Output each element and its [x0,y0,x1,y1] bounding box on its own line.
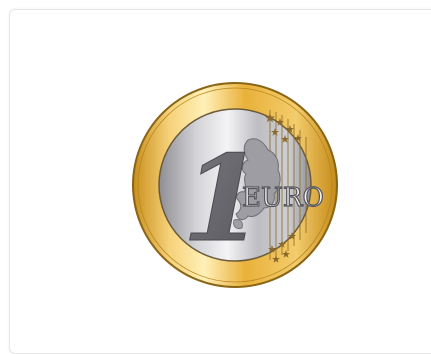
coin-svg: 1 EURO [132,82,338,288]
image-card: 1 EURO [9,9,431,354]
coin-currency-label: EURO [242,183,324,213]
euro-coin-image: 1 EURO [130,80,340,290]
